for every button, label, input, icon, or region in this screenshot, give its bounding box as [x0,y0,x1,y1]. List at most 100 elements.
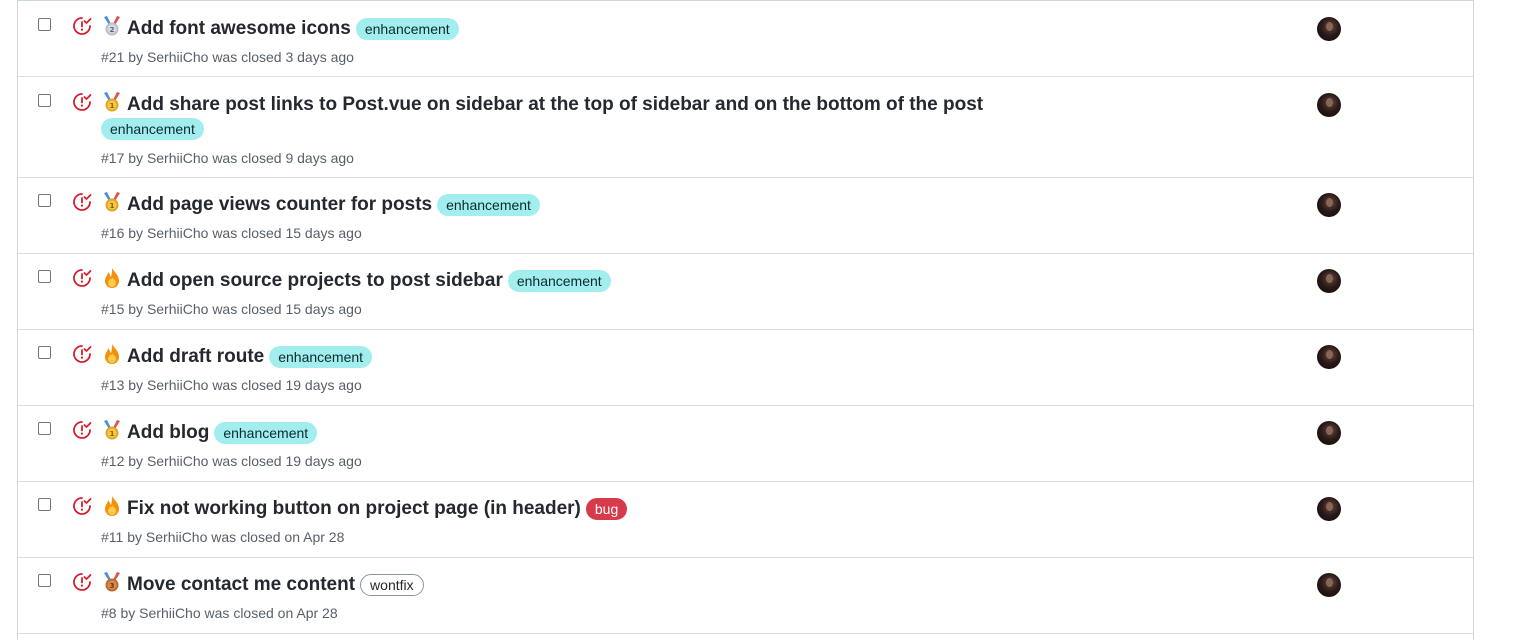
issue-title-link[interactable]: Add page views counter for posts [127,194,432,215]
issue-title-link[interactable]: Add draft route [127,346,264,367]
issue-checkbox[interactable] [38,270,51,283]
issue-number: #13 [101,377,125,393]
issue-meta: #12 by SerhiiCho was closed 19 days ago [101,452,362,470]
svg-text:1: 1 [110,202,115,210]
issue-number: #12 [101,453,125,469]
label-wontfix[interactable]: wontfix [360,573,424,596]
issue-author-link[interactable]: SerhiiCho [147,225,208,241]
issue-list: 2 Add font awesome icons enhancement #21 … [17,0,1474,640]
issue-number: #11 [101,529,124,545]
assignee-avatar[interactable] [1317,17,1341,41]
issue-title-link[interactable]: Add open source projects to post sidebar [127,270,503,291]
issue-title-link[interactable]: Move contact me content [127,574,355,595]
issue-row: 2 Add font awesome icons enhancement #21 … [18,1,1473,77]
issue-author-link[interactable]: SerhiiCho [147,453,208,469]
issue-number: #16 [101,225,125,241]
issue-row: Add draft route enhancement #13 by Serhii… [18,330,1473,406]
issue-closed-icon [72,16,92,36]
assignee-avatar[interactable] [1317,421,1341,445]
second-place-medal-icon: 2 [101,15,123,37]
issue-closed-icon [72,496,92,516]
svg-text:1: 1 [110,430,115,438]
assignee-avatar[interactable] [1317,193,1341,217]
third-place-medal-icon: 3 [101,571,123,593]
by-text: by [128,453,144,469]
issue-author-link[interactable]: SerhiiCho [147,377,208,393]
issue-checkbox[interactable] [38,346,51,359]
by-text: by [128,150,144,166]
issue-meta: #11 by SerhiiCho was closed on Apr 28 [101,528,344,546]
issue-number: #21 [101,49,125,65]
svg-text:3: 3 [110,582,115,590]
assignee-avatar[interactable] [1317,573,1341,597]
issue-closed-icon [72,572,92,592]
issue-author-link[interactable]: SerhiiCho [139,605,200,621]
first-place-medal-icon: 1 [101,191,123,213]
label-enhancement[interactable]: enhancement [214,421,318,444]
issue-meta: #21 by SerhiiCho was closed 3 days ago [101,48,354,66]
issue-closed-time: was closed 15 days ago [212,225,362,241]
assignee-avatar[interactable] [1317,93,1341,117]
first-place-medal-icon: 1 [101,419,123,441]
fire-icon [101,343,123,365]
label-enhancement[interactable]: enhancement [355,17,459,40]
issue-checkbox[interactable] [38,194,51,207]
issue-title-link[interactable]: Add share post links to Post.vue on side… [127,94,983,115]
fire-icon [101,495,123,517]
issue-checkbox[interactable] [38,574,51,587]
issue-checkbox[interactable] [38,94,51,107]
by-text: by [128,301,144,317]
assignee-avatar[interactable] [1317,497,1341,521]
label-enhancement[interactable]: enhancement [101,117,204,140]
issue-checkbox[interactable] [38,498,51,511]
issue-author-link[interactable]: SerhiiCho [147,301,208,317]
issue-author-link[interactable]: SerhiiCho [146,529,207,545]
issue-meta: #15 by SerhiiCho was closed 15 days ago [101,300,362,318]
issue-closed-time: was closed on Apr 28 [211,529,345,545]
issue-closed-icon [72,192,92,212]
issue-closed-time: was closed 15 days ago [212,301,362,317]
issue-closed-icon [72,268,92,288]
issue-author-link[interactable]: SerhiiCho [147,150,208,166]
issue-row: 1 Add share post links to Post.vue on si… [18,77,1473,178]
issue-meta: #16 by SerhiiCho was closed 15 days ago [101,224,362,242]
assignee-avatar[interactable] [1317,345,1341,369]
fire-icon [101,267,123,289]
label-enhancement[interactable]: enhancement [507,269,611,292]
label-enhancement[interactable]: enhancement [437,193,540,216]
issue-meta: #13 by SerhiiCho was closed 19 days ago [101,376,362,394]
issue-closed-time: was closed 3 days ago [212,49,354,65]
issue-row: Add open source projects to post sidebar… [18,254,1473,330]
by-text: by [128,49,144,65]
issue-closed-time: was closed 9 days ago [212,150,354,166]
issue-author-link[interactable]: SerhiiCho [147,49,208,65]
issue-row: 1 Add blog enhancement #12 by SerhiiCho w… [18,406,1473,482]
first-place-medal-icon: 1 [101,91,123,113]
issue-title-link[interactable]: Fix not working button on project page (… [127,498,581,519]
svg-text:1: 1 [110,102,115,110]
issue-checkbox[interactable] [38,422,51,435]
issue-meta: #8 by SerhiiCho was closed on Apr 28 [101,604,338,622]
issue-number: #8 [101,605,117,621]
issue-closed-icon [72,92,92,112]
issue-checkbox[interactable] [38,18,51,31]
issue-closed-time: was closed 19 days ago [212,377,362,393]
label-bug[interactable]: bug [585,497,628,520]
issue-row: 1 Add page views counter for posts enhanc… [18,178,1473,254]
label-enhancement[interactable]: enhancement [269,345,373,368]
assignee-avatar[interactable] [1317,269,1341,293]
issue-title-link[interactable]: Add blog [127,422,209,443]
issue-meta: #17 by SerhiiCho was closed 9 days ago [101,149,354,167]
issue-closed-icon [72,344,92,364]
by-text: by [128,377,144,393]
by-text: by [128,225,144,241]
issue-row: 3 Move contact me content wontfix #8 by S… [18,558,1473,634]
issue-closed-time: was closed 19 days ago [212,453,362,469]
by-text: by [120,605,136,621]
issue-closed-time: was closed on Apr 28 [204,605,338,621]
issue-number: #15 [101,301,125,317]
svg-text:2: 2 [110,26,115,34]
issue-title-link[interactable]: Add font awesome icons [127,18,351,39]
by-text: by [127,529,143,545]
issue-closed-icon [72,420,92,440]
